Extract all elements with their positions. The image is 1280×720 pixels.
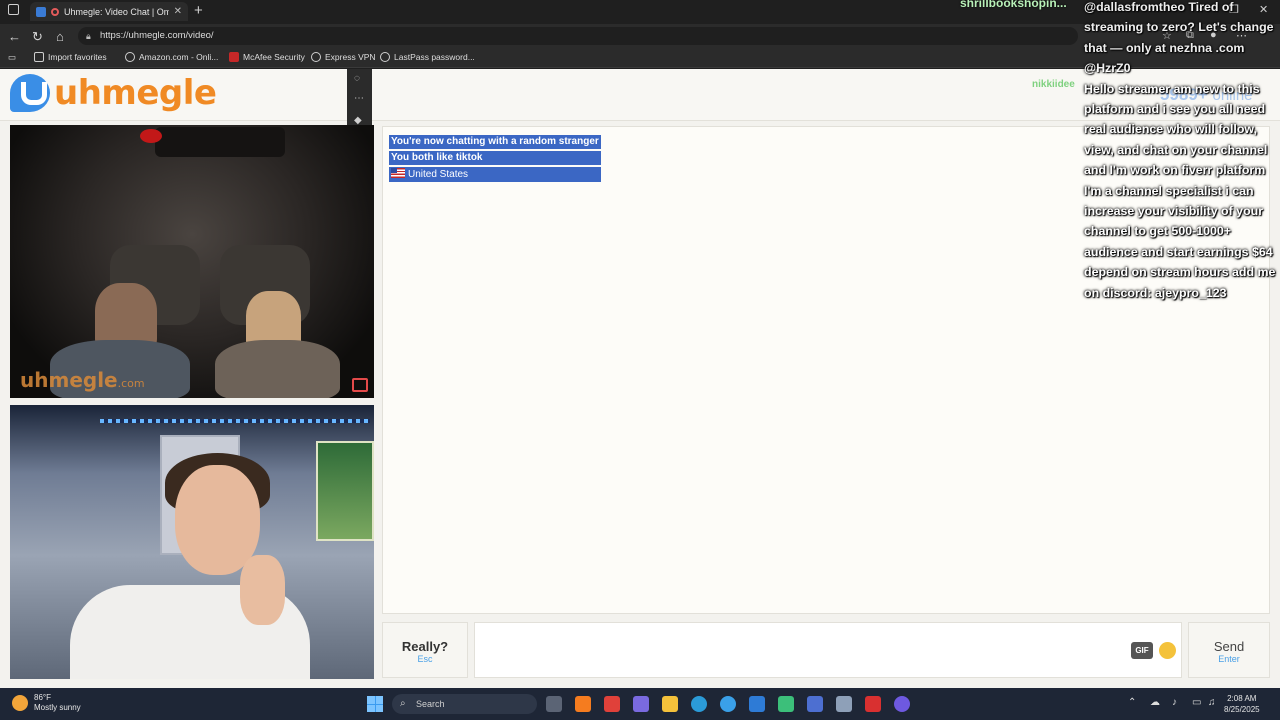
favorite-label: Import favorites <box>48 52 107 62</box>
stream-chat-username: shrillbookshopin... <box>960 0 1067 10</box>
system-messages: You're now chatting with a random strang… <box>389 135 601 184</box>
country-line: United States <box>389 167 601 182</box>
favorite-label: LastPass password... <box>394 52 475 62</box>
favorite-expressvpn[interactable]: Express VPN <box>311 52 376 62</box>
home-icon[interactable]: ⌂ <box>56 29 64 44</box>
gif-button[interactable]: GIF <box>1131 642 1153 659</box>
uhmegle-logo-icon <box>10 74 50 112</box>
favorite-label: Express VPN <box>325 52 376 62</box>
globe-icon <box>311 52 321 62</box>
favorite-lastpass[interactable]: LastPass password... <box>380 52 475 62</box>
close-tab-icon[interactable]: ✕ <box>174 6 182 17</box>
folder-icon <box>34 52 44 62</box>
uhmegle-watermark: uhmegle.com <box>20 368 145 392</box>
weather-widget[interactable]: 86°F Mostly sunny <box>12 693 81 713</box>
clock-date: 8/25/2025 <box>1224 705 1260 714</box>
stream-chat-overlay: @dallasfromtheo Tired of streaming to ze… <box>1084 0 1280 303</box>
wall-poster <box>316 441 374 541</box>
favorite-import[interactable]: Import favorites <box>34 52 107 62</box>
globe-icon <box>125 52 135 62</box>
taskbar-search[interactable]: ⌕ Search <box>392 694 537 714</box>
report-flag-icon[interactable] <box>352 378 368 392</box>
search-icon: ⌕ <box>400 698 406 709</box>
clock-time: 2:08 AM <box>1227 694 1257 703</box>
display-icon[interactable]: ▭ <box>1192 697 1201 708</box>
send-hint: Enter <box>1218 654 1240 664</box>
browser-tab[interactable]: Uhmegle: Video Chat | Ome ✕ <box>30 2 188 21</box>
site-logo[interactable]: uhmegle <box>10 73 217 113</box>
file-explorer-icon[interactable] <box>662 696 678 712</box>
volume-icon[interactable]: ♫ <box>1208 697 1216 708</box>
us-flag-icon <box>391 168 405 178</box>
favorite-amazon[interactable]: Amazon.com - Onli... <box>125 52 218 62</box>
rearview-mirror <box>155 127 285 157</box>
weather-text: 86°F Mostly sunny <box>34 693 81 713</box>
username-tag: nikkiidee <box>1032 79 1075 90</box>
system-message: You both like tiktok <box>389 151 601 165</box>
stranger-video: uhmegle.com <box>10 125 374 398</box>
mcafee-icon <box>229 52 239 62</box>
refresh-icon[interactable]: ↻ <box>32 29 43 45</box>
chat-input[interactable]: GIF <box>474 622 1182 678</box>
app-icon[interactable] <box>865 696 881 712</box>
discord-icon[interactable] <box>894 696 910 712</box>
stranger-person-2-body <box>215 340 340 398</box>
chat-controls: Really? Esc GIF Send Enter <box>382 622 1270 678</box>
dome-light <box>140 129 162 143</box>
emoji-icon[interactable] <box>1159 642 1176 659</box>
task-view-icon[interactable] <box>546 696 562 712</box>
lock-icon: 🔒︎ <box>86 31 91 41</box>
microphone-icon[interactable]: ♪ <box>1172 697 1177 708</box>
copilot-icon[interactable] <box>633 696 649 712</box>
chrome-icon[interactable] <box>720 696 736 712</box>
address-bar[interactable]: 🔒︎ https://uhmegle.com/video/ <box>78 27 1078 45</box>
system-message: You're now chatting with a random strang… <box>389 135 601 149</box>
store-icon[interactable] <box>807 696 823 712</box>
tab-actions-icon[interactable] <box>8 4 19 15</box>
app-icon[interactable] <box>836 696 852 712</box>
more-icon[interactable]: ⋯ <box>354 93 364 104</box>
app-icon[interactable] <box>778 696 794 712</box>
self-video <box>10 405 374 679</box>
led-strip <box>100 419 370 423</box>
edge-icon[interactable] <box>691 696 707 712</box>
system-clock[interactable]: 2:08 AM 8/25/2025 <box>1224 693 1260 715</box>
tab-title: Uhmegle: Video Chat | Ome <box>64 6 169 17</box>
weather-sun-icon <box>12 695 28 711</box>
skip-hint: Esc <box>417 654 433 664</box>
self-hand <box>240 555 285 625</box>
recording-icon <box>51 7 59 16</box>
weather-condition: Mostly sunny <box>34 703 81 712</box>
favorites-menu-icon[interactable]: ▭ <box>8 52 16 63</box>
watermark-suffix: .com <box>117 377 145 390</box>
site-favicon-icon <box>36 6 46 17</box>
favorite-mcafee[interactable]: McAfee Security <box>229 52 305 62</box>
send-label: Send <box>1213 639 1245 654</box>
onedrive-icon[interactable]: ☁ <box>1150 697 1160 708</box>
watermark-text: uhmegle <box>20 368 118 392</box>
app-icon[interactable] <box>749 696 765 712</box>
favorite-label: McAfee Security <box>243 52 305 62</box>
start-button[interactable] <box>367 696 383 712</box>
country-name: United States <box>408 169 469 180</box>
skip-label: Really? <box>401 639 449 654</box>
logo-text: uhmegle <box>54 73 217 113</box>
stream-chat-message: @dallasfromtheo Tired of streaming to ze… <box>1084 0 1274 76</box>
search-placeholder: Search <box>416 699 445 709</box>
app-icon[interactable] <box>604 696 620 712</box>
windows-taskbar: 86°F Mostly sunny ⌕ Search ⌃ ☁ ♪ ▭ ♫ 2:08… <box>0 688 1280 720</box>
back-icon[interactable]: ← <box>8 29 21 44</box>
app-icon[interactable] <box>575 696 591 712</box>
send-button[interactable]: Send Enter <box>1188 622 1270 678</box>
temperature: 86°F <box>34 693 51 702</box>
url-text: https://uhmegle.com/video/ <box>100 30 214 41</box>
favorite-label: Amazon.com - Onli... <box>139 52 219 62</box>
skip-button[interactable]: Really? Esc <box>382 622 468 678</box>
tray-overflow-icon[interactable]: ⌃ <box>1128 697 1136 708</box>
globe-icon <box>380 52 390 62</box>
hide-icon[interactable]: ◌ <box>354 73 360 84</box>
new-tab-button[interactable]: + <box>194 2 203 19</box>
stream-chat-message: Hello streamer am new to this platform a… <box>1084 81 1276 300</box>
